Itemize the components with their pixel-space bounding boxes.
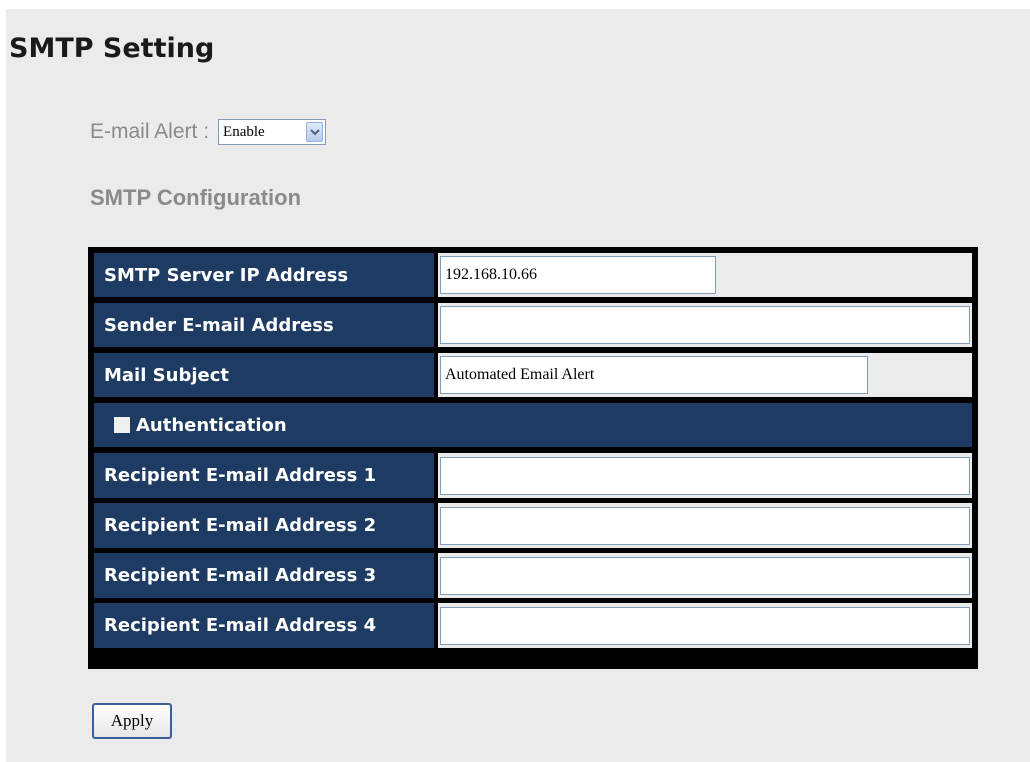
sender-email-label: Sender E-mail Address bbox=[94, 303, 434, 347]
recipient-3-label: Recipient E-mail Address 3 bbox=[94, 553, 434, 598]
recipient-2-input[interactable] bbox=[440, 506, 970, 545]
smtp-server-ip-cell bbox=[438, 253, 972, 297]
mail-subject-label: Mail Subject bbox=[94, 353, 434, 397]
authentication-label: Authentication bbox=[136, 414, 287, 436]
table-row: Sender E-mail Address bbox=[94, 303, 972, 347]
recipient-1-cell bbox=[438, 453, 972, 498]
smtp-server-ip-label: SMTP Server IP Address bbox=[94, 253, 434, 297]
dropdown-button[interactable] bbox=[306, 122, 324, 142]
table-row: Recipient E-mail Address 4 bbox=[94, 603, 972, 648]
smtp-server-ip-input[interactable] bbox=[440, 256, 716, 294]
smtp-config-table: SMTP Server IP Address Sender E-mail Add… bbox=[88, 247, 978, 669]
authentication-row: Authentication bbox=[94, 403, 972, 447]
recipient-4-label: Recipient E-mail Address 4 bbox=[94, 603, 434, 648]
email-alert-row: E-mail Alert : Enable bbox=[90, 117, 327, 147]
sender-email-input[interactable] bbox=[440, 306, 970, 344]
recipient-4-cell bbox=[438, 603, 972, 648]
table-row: Mail Subject bbox=[94, 353, 972, 397]
mail-subject-input[interactable] bbox=[440, 356, 868, 394]
email-alert-selected-value: Enable bbox=[223, 123, 265, 140]
recipient-1-label: Recipient E-mail Address 1 bbox=[94, 453, 434, 498]
chevron-down-icon bbox=[309, 129, 320, 136]
sender-email-cell bbox=[438, 303, 972, 347]
table-row: Recipient E-mail Address 2 bbox=[94, 503, 972, 548]
recipient-1-input[interactable] bbox=[440, 456, 970, 495]
recipient-2-cell bbox=[438, 503, 972, 548]
recipient-3-cell bbox=[438, 553, 972, 598]
table-row: Recipient E-mail Address 3 bbox=[94, 553, 972, 598]
table-row: SMTP Server IP Address bbox=[94, 253, 972, 297]
authentication-checkbox[interactable] bbox=[114, 417, 130, 433]
smtp-configuration-title: SMTP Configuration bbox=[90, 185, 302, 210]
email-alert-select[interactable]: Enable bbox=[218, 119, 327, 145]
table-row: Recipient E-mail Address 1 bbox=[94, 453, 972, 498]
page-container: SMTP Setting E-mail Alert : Enable SMTP … bbox=[6, 9, 1030, 762]
email-alert-label: E-mail Alert : bbox=[90, 120, 210, 143]
apply-button[interactable]: Apply bbox=[92, 703, 172, 739]
page-title: SMTP Setting bbox=[9, 33, 215, 64]
recipient-2-label: Recipient E-mail Address 2 bbox=[94, 503, 434, 548]
mail-subject-cell bbox=[438, 353, 972, 397]
recipient-3-input[interactable] bbox=[440, 556, 970, 595]
recipient-4-input[interactable] bbox=[440, 606, 970, 645]
